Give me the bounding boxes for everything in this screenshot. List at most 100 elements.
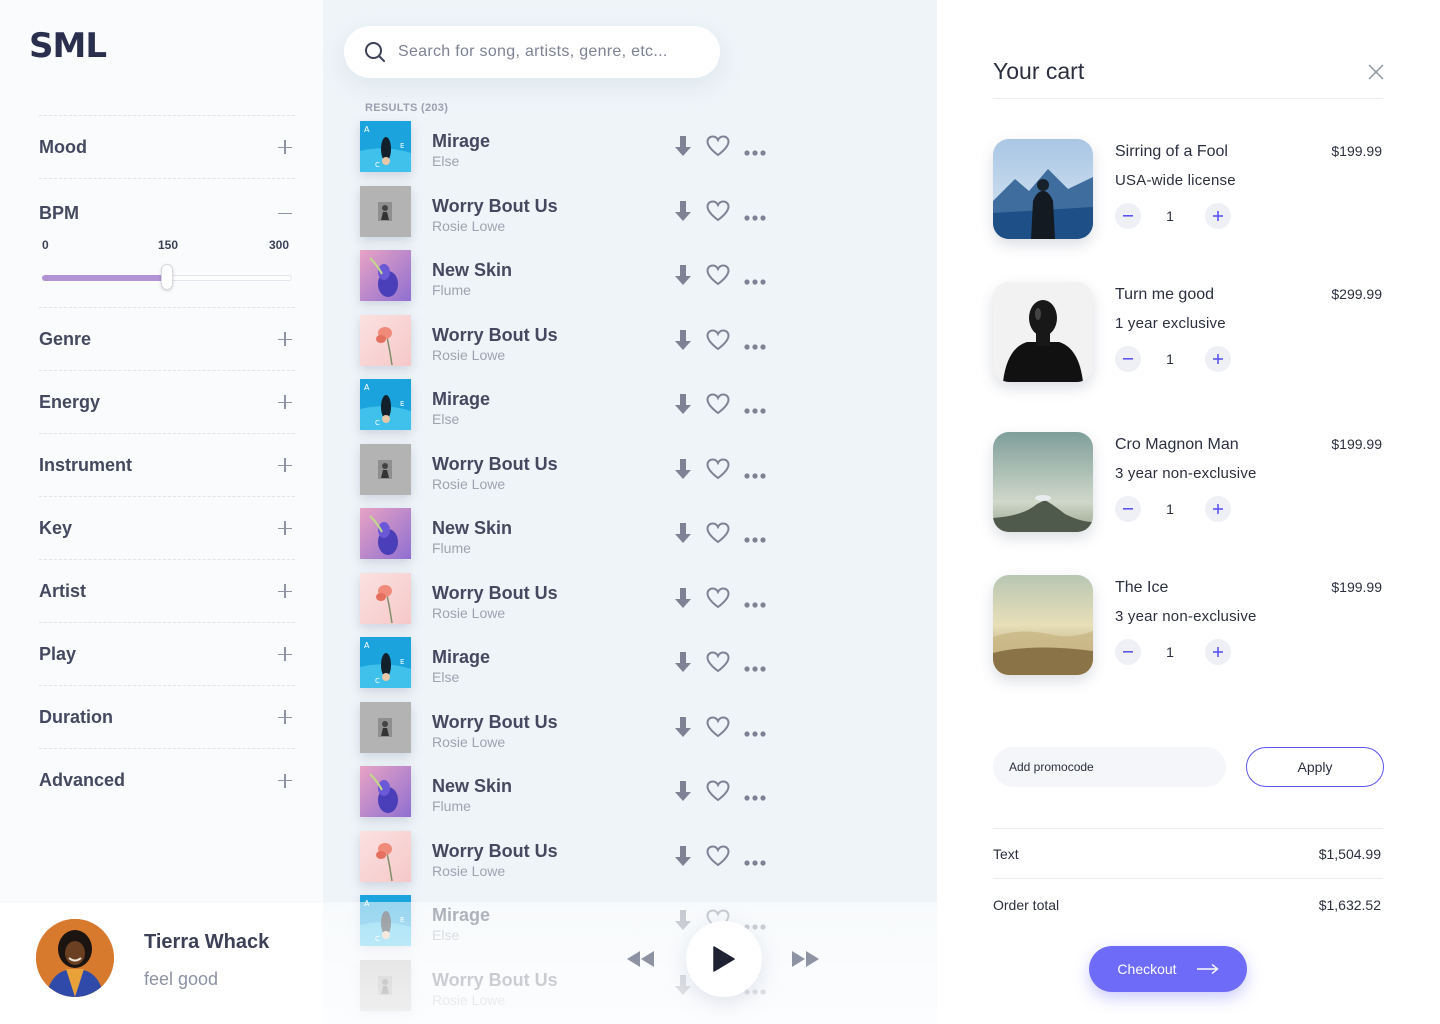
heart-icon[interactable] <box>706 715 730 743</box>
track-artist[interactable]: Rosie Lowe <box>432 347 505 363</box>
track-title[interactable]: New Skin <box>432 260 512 281</box>
download-arrow-icon[interactable] <box>674 587 692 614</box>
more-dots-icon[interactable] <box>744 659 766 677</box>
filter-mood[interactable]: Mood <box>39 116 295 179</box>
track-artist[interactable]: Rosie Lowe <box>432 218 505 234</box>
item-thumbnail[interactable] <box>993 139 1093 239</box>
track-title[interactable]: Worry Bout Us <box>432 325 558 346</box>
download-arrow-icon[interactable] <box>674 780 692 807</box>
filter-genre[interactable]: Genre <box>39 308 295 371</box>
heart-icon[interactable] <box>706 586 730 614</box>
download-arrow-icon[interactable] <box>674 716 692 743</box>
album-cover[interactable] <box>360 508 411 559</box>
track-title[interactable]: Worry Bout Us <box>432 454 558 475</box>
track-title[interactable]: Worry Bout Us <box>432 196 558 217</box>
track-title[interactable]: Mirage <box>432 131 490 152</box>
album-cover[interactable] <box>360 766 411 817</box>
track-row[interactable]: New Skin Flume <box>360 766 780 831</box>
track-artist[interactable]: Flume <box>432 798 471 814</box>
download-arrow-icon[interactable] <box>674 200 692 227</box>
apply-button[interactable]: Apply <box>1246 747 1384 787</box>
heart-icon[interactable] <box>706 457 730 485</box>
avatar[interactable] <box>36 919 114 997</box>
more-dots-icon[interactable] <box>744 853 766 871</box>
track-row[interactable]: Worry Bout UsRosie Lowe <box>360 185 780 251</box>
more-dots-icon[interactable] <box>744 788 766 806</box>
track-title[interactable]: Worry Bout Us <box>432 712 558 733</box>
decrease-quantity-button[interactable] <box>1115 639 1141 665</box>
track-artist[interactable]: Flume <box>432 282 471 298</box>
download-arrow-icon[interactable] <box>674 651 692 678</box>
filter-advanced[interactable]: Advanced <box>39 749 295 812</box>
track-artist[interactable]: Else <box>432 153 459 169</box>
download-arrow-icon[interactable] <box>674 264 692 291</box>
promocode-input[interactable] <box>993 747 1226 787</box>
download-arrow-icon[interactable] <box>674 458 692 485</box>
fast-forward-icon[interactable] <box>791 951 819 972</box>
item-thumbnail[interactable] <box>993 432 1093 532</box>
track-artist[interactable]: Else <box>432 411 459 427</box>
track-title[interactable]: Worry Bout Us <box>432 841 558 862</box>
plus-icon[interactable] <box>278 140 292 154</box>
filter-label[interactable]: BPM <box>39 203 79 224</box>
download-arrow-icon[interactable] <box>674 329 692 356</box>
download-arrow-icon[interactable] <box>674 135 692 162</box>
album-cover[interactable] <box>360 572 411 624</box>
more-dots-icon[interactable] <box>744 337 766 355</box>
more-dots-icon[interactable] <box>744 272 766 290</box>
heart-icon[interactable] <box>706 780 730 807</box>
heart-icon[interactable] <box>706 393 730 420</box>
decrease-quantity-button[interactable] <box>1115 203 1141 229</box>
track-artist[interactable]: Else <box>432 669 459 685</box>
track-row[interactable]: Worry Bout UsRosie Lowe <box>360 830 780 896</box>
decrease-quantity-button[interactable] <box>1115 346 1141 372</box>
increase-quantity-button[interactable] <box>1205 203 1231 229</box>
track-row[interactable]: Worry Bout UsRosie Lowe <box>360 572 780 638</box>
track-row[interactable]: A E C MirageElse <box>360 121 780 186</box>
track-row[interactable]: Worry Bout UsRosie Lowe <box>360 701 780 767</box>
filter-energy[interactable]: Energy <box>39 371 295 434</box>
slider-thumb[interactable] <box>161 264 173 290</box>
heart-icon[interactable] <box>706 199 730 227</box>
album-cover[interactable] <box>360 314 411 366</box>
bpm-slider[interactable] <box>42 262 292 292</box>
more-dots-icon[interactable] <box>744 466 766 484</box>
play-button[interactable] <box>686 921 762 997</box>
plus-icon[interactable] <box>278 584 292 598</box>
filter-duration[interactable]: Duration <box>39 686 295 749</box>
download-arrow-icon[interactable] <box>674 393 692 420</box>
increase-quantity-button[interactable] <box>1205 346 1231 372</box>
rewind-icon[interactable] <box>627 951 655 972</box>
track-row[interactable]: Worry Bout UsRosie Lowe <box>360 314 780 380</box>
track-title[interactable]: Worry Bout Us <box>432 583 558 604</box>
album-cover[interactable] <box>360 443 411 495</box>
item-thumbnail[interactable] <box>993 282 1093 382</box>
filter-instrument[interactable]: Instrument <box>39 434 295 497</box>
more-dots-icon[interactable] <box>744 143 766 161</box>
filter-artist[interactable]: Artist <box>39 560 295 623</box>
track-artist[interactable]: Flume <box>432 540 471 556</box>
track-row[interactable]: New Skin Flume <box>360 508 780 573</box>
more-dots-icon[interactable] <box>744 530 766 548</box>
heart-icon[interactable] <box>706 844 730 872</box>
increase-quantity-button[interactable] <box>1205 496 1231 522</box>
album-cover[interactable]: A E C <box>360 121 411 172</box>
brand-logo[interactable]: SML <box>29 29 107 63</box>
plus-icon[interactable] <box>278 773 292 788</box>
album-cover[interactable]: A E C <box>360 637 411 688</box>
track-artist[interactable]: Rosie Lowe <box>432 605 505 621</box>
download-arrow-icon[interactable] <box>674 522 692 549</box>
track-artist[interactable]: Rosie Lowe <box>432 734 505 750</box>
track-title[interactable]: Mirage <box>432 389 490 410</box>
track-title[interactable]: New Skin <box>432 776 512 797</box>
heart-icon[interactable] <box>706 135 730 162</box>
checkout-button[interactable]: Checkout <box>1089 946 1247 992</box>
plus-icon[interactable] <box>278 521 292 535</box>
more-dots-icon[interactable] <box>744 595 766 613</box>
album-cover[interactable] <box>360 185 411 237</box>
album-cover[interactable] <box>360 250 411 301</box>
heart-icon[interactable] <box>706 328 730 356</box>
plus-icon[interactable] <box>278 332 292 346</box>
search-bar[interactable] <box>344 26 720 78</box>
decrease-quantity-button[interactable] <box>1115 496 1141 522</box>
